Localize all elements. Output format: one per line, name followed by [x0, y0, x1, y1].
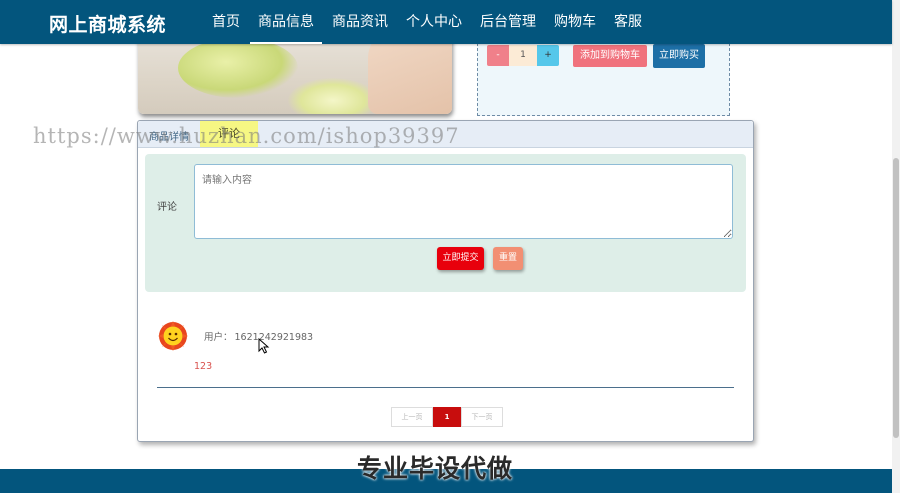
comment-form: 评论 立即提交 重置: [145, 154, 746, 292]
quantity-value[interactable]: 1: [509, 45, 537, 66]
tab-bar: 商品详情 评论: [138, 121, 753, 148]
page-number-current[interactable]: 1: [433, 407, 461, 427]
site-brand[interactable]: 网上商城系统: [49, 10, 166, 37]
quantity-decrease-button[interactable]: -: [487, 45, 509, 66]
nav-item-products[interactable]: 商品信息: [250, 0, 322, 44]
watermark-caption: 专业毕设代做: [357, 454, 514, 483]
buy-now-button[interactable]: 立即购买: [653, 44, 705, 68]
comment-divider: [157, 387, 734, 388]
prev-page-button[interactable]: 上一页: [391, 407, 433, 427]
nav-item-cart[interactable]: 购物车: [546, 0, 604, 44]
quantity-increase-button[interactable]: +: [537, 45, 559, 66]
nav-item-home[interactable]: 首页: [204, 0, 248, 44]
scrollbar-thumb[interactable]: [893, 158, 899, 438]
comment-user-id: 1621242921983: [234, 332, 314, 343]
mouse-cursor-icon: [258, 338, 270, 354]
comment-textarea[interactable]: [194, 164, 733, 239]
top-navbar: 网上商城系统 首页 商品信息 商品资讯 个人中心 后台管理 购物车 客服: [0, 0, 892, 44]
tab-comments[interactable]: 评论: [200, 121, 258, 147]
product-image-leaf: [288, 78, 378, 114]
comment-user-label: 用户：: [204, 332, 233, 343]
comment-content: 123: [194, 361, 213, 372]
comment-item: 用户： 1621242921983 123: [158, 321, 736, 391]
next-page-button[interactable]: 下一页: [461, 407, 503, 427]
nav-item-profile[interactable]: 个人中心: [398, 0, 470, 44]
submit-comment-button[interactable]: 立即提交: [437, 247, 484, 270]
tab-product-detail[interactable]: 商品详情: [149, 128, 189, 143]
comment-field-label: 评论: [157, 202, 177, 213]
nav-item-news[interactable]: 商品资讯: [324, 0, 396, 44]
product-image-leaf: [178, 38, 298, 98]
page-scrollbar[interactable]: [892, 0, 900, 493]
sun-avatar-icon: [158, 321, 188, 351]
reset-button[interactable]: 重置: [493, 247, 523, 270]
purchase-box: - 1 + 添加到购物车 立即购买: [477, 38, 730, 116]
add-to-cart-button[interactable]: 添加到购物车: [573, 45, 647, 67]
nav-item-service[interactable]: 客服: [606, 0, 650, 44]
nav-menu: 首页 商品信息 商品资讯 个人中心 后台管理 购物车 客服: [204, 0, 652, 44]
page: 网上商城系统 首页 商品信息 商品资讯 个人中心 后台管理 购物车 客服 - 1…: [0, 0, 900, 493]
pagination: 上一页 1 下一页: [391, 407, 503, 427]
nav-item-admin[interactable]: 后台管理: [472, 0, 544, 44]
product-tabs-panel: 商品详情 评论 评论 立即提交 重置: [137, 120, 754, 442]
